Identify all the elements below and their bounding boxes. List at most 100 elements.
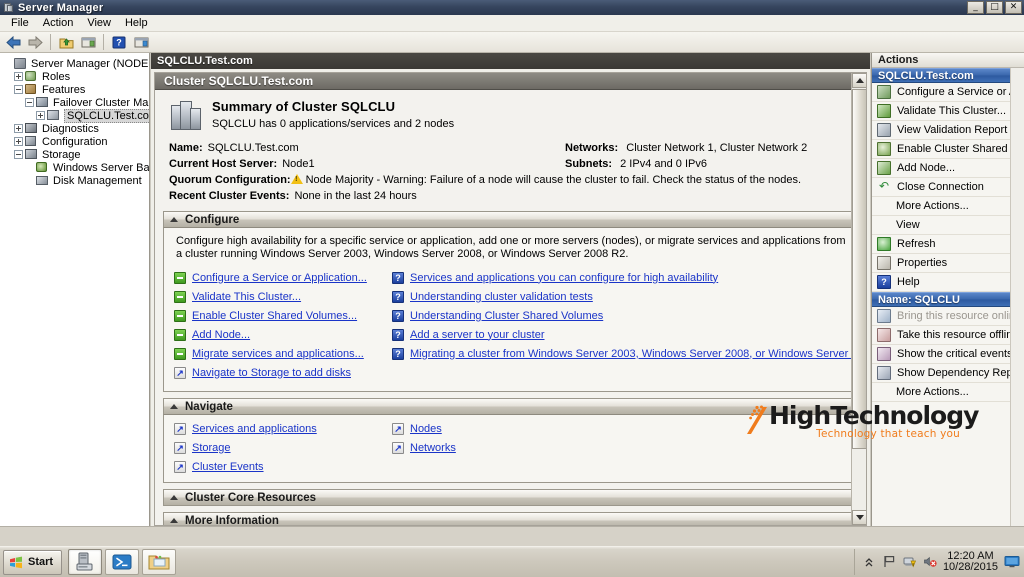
- collapse-triangle-icon[interactable]: [170, 495, 178, 500]
- action-item-configure-a-service-or-appli[interactable]: Configure a Service or Appli...: [872, 83, 1024, 102]
- action-item-show-the-critical-events-for[interactable]: Show the critical events for ...: [872, 345, 1024, 364]
- link-cluster-events[interactable]: Cluster Events: [192, 461, 264, 473]
- link-add-node[interactable]: Add Node...: [192, 329, 250, 341]
- link-understanding-cluster-validation-tests[interactable]: Understanding cluster validation tests: [410, 291, 593, 303]
- action-item-more-actions[interactable]: More Actions...▶: [872, 383, 1024, 402]
- actions-vertical-scrollbar[interactable]: [1010, 68, 1024, 526]
- link-networks[interactable]: Networks: [410, 442, 456, 454]
- action-item-close-connection[interactable]: ↶ Close Connection: [872, 178, 1024, 197]
- scroll-thumb[interactable]: [852, 89, 866, 449]
- up-folder-icon[interactable]: [56, 33, 76, 51]
- menu-view[interactable]: View: [80, 16, 118, 30]
- action-item-help[interactable]: ? Help: [872, 273, 1024, 292]
- configure-panel-title: Configure: [185, 213, 240, 226]
- minimize-button[interactable]: _: [967, 1, 984, 14]
- action-item-view[interactable]: View▶: [872, 216, 1024, 235]
- link-services-and-applications-you-can-configur[interactable]: Services and applications you can config…: [410, 272, 718, 284]
- tree-node-label: Diagnostics: [42, 122, 99, 135]
- configure-service-icon: [877, 85, 891, 99]
- action-item-view-validation-report[interactable]: View Validation Report: [872, 121, 1024, 140]
- forward-icon[interactable]: [25, 33, 45, 51]
- tree-node-configuration[interactable]: Configuration: [3, 135, 149, 148]
- link-configure-a-service-or-application[interactable]: Configure a Service or Application...: [192, 272, 367, 284]
- link-navigate-to-storage-to-add-disks[interactable]: Navigate to Storage to add disks: [192, 367, 351, 379]
- configure-panel-header[interactable]: Configure: [163, 211, 858, 228]
- link-add-a-server-to-your-cluster[interactable]: Add a server to your cluster: [410, 329, 545, 341]
- cluster-core-resources-header[interactable]: Cluster Core Resources: [163, 489, 858, 506]
- tree-node-disk-management[interactable]: Disk Management: [3, 174, 149, 187]
- taskbar-powershell-button[interactable]: [105, 549, 140, 575]
- show-hidden-icons-icon[interactable]: [863, 555, 877, 569]
- actions-group-header[interactable]: Name: SQLCLU▲: [872, 292, 1024, 307]
- scroll-down-button[interactable]: [852, 510, 866, 525]
- field-networks-label: Networks:: [565, 142, 619, 154]
- maximize-button[interactable]: □: [986, 1, 1003, 14]
- help-icon[interactable]: ?: [109, 33, 129, 51]
- taskbar-clock[interactable]: 12:20 AM 10/28/2015: [943, 551, 998, 573]
- tree-node-diagnostics[interactable]: Diagnostics: [3, 122, 149, 135]
- link-storage[interactable]: Storage: [192, 442, 231, 454]
- menu-help[interactable]: Help: [118, 16, 155, 30]
- action-item-add-node[interactable]: Add Node...: [872, 159, 1024, 178]
- action-item-enable-cluster-shared-volum[interactable]: Enable Cluster Shared Volum...: [872, 140, 1024, 159]
- taskbar-server-manager-button[interactable]: [68, 549, 103, 575]
- tree-node-storage[interactable]: Storage: [3, 148, 149, 161]
- tree-node-server-manager-node1[interactable]: Server Manager (NODE1): [3, 57, 149, 70]
- tree-expander-icon[interactable]: [14, 124, 23, 133]
- help-icon: ?: [392, 290, 404, 303]
- back-icon[interactable]: [3, 33, 23, 51]
- tree-node-roles[interactable]: Roles: [3, 70, 149, 83]
- collapse-triangle-icon[interactable]: [170, 217, 178, 222]
- tree-node-features[interactable]: Features: [3, 83, 149, 96]
- more-information-header[interactable]: More Information: [163, 512, 858, 525]
- tree-expander-icon[interactable]: [14, 137, 23, 146]
- collapse-triangle-icon[interactable]: [170, 518, 178, 523]
- content-vertical-scrollbar[interactable]: [851, 73, 866, 525]
- action-item-properties[interactable]: Properties: [872, 254, 1024, 273]
- action-item-refresh[interactable]: Refresh: [872, 235, 1024, 254]
- link-enable-cluster-shared-volumes[interactable]: Enable Cluster Shared Volumes...: [192, 310, 357, 322]
- show-desktop-icon[interactable]: [1004, 555, 1020, 569]
- tree-node-label: SQLCLU.Test.com: [64, 108, 149, 123]
- tree-expander-icon[interactable]: [14, 72, 23, 81]
- network-warning-icon[interactable]: !: [903, 555, 917, 569]
- menu-file[interactable]: File: [4, 16, 36, 30]
- volume-muted-icon[interactable]: [923, 555, 937, 569]
- actions-group-header[interactable]: SQLCLU.Test.com▲: [872, 68, 1024, 83]
- tree-collapse-icon[interactable]: [25, 98, 34, 107]
- link-understanding-cluster-shared-volumes[interactable]: Understanding Cluster Shared Volumes: [410, 310, 603, 322]
- server-manager-window: Server Manager _ □ ✕ File Action View He…: [0, 0, 1024, 577]
- refresh-icon: [877, 237, 891, 251]
- start-button[interactable]: Start: [3, 549, 63, 575]
- toolbar-separator: [50, 34, 51, 50]
- link-nodes[interactable]: Nodes: [410, 423, 442, 435]
- field-recent-events: Recent Cluster Events: None in the last …: [169, 190, 866, 202]
- more-information-panel: More Information: [163, 512, 858, 525]
- taskbar-explorer-button[interactable]: [142, 549, 177, 575]
- flag-action-center-icon[interactable]: [883, 555, 897, 569]
- link-migrating-a-cluster-from-windows-server-20[interactable]: Migrating a cluster from Windows Server …: [410, 348, 866, 360]
- scroll-up-button[interactable]: [852, 73, 866, 88]
- link-validate-this-cluster[interactable]: Validate This Cluster...: [192, 291, 301, 303]
- action-item-more-actions[interactable]: More Actions...▶: [872, 197, 1024, 216]
- action-item-show-dependency-report[interactable]: Show Dependency Report: [872, 364, 1024, 383]
- tree-expander-icon[interactable]: [36, 111, 45, 120]
- link-migrate-services-and-applications[interactable]: Migrate services and applications...: [192, 348, 364, 360]
- tree-node-sqlclu-test-com[interactable]: SQLCLU.Test.com: [3, 108, 149, 123]
- export-list-icon[interactable]: [131, 33, 151, 51]
- link-services-and-applications[interactable]: Services and applications: [192, 423, 317, 435]
- show-pane-icon[interactable]: [78, 33, 98, 51]
- tree-node-failover-cluster-manager[interactable]: Failover Cluster Manager: [3, 96, 149, 109]
- collapse-triangle-icon[interactable]: [170, 404, 178, 409]
- tree-collapse-icon[interactable]: [14, 150, 23, 159]
- tree-collapse-icon[interactable]: [14, 85, 23, 94]
- navigate-panel-header[interactable]: Navigate: [163, 398, 858, 415]
- menu-action[interactable]: Action: [36, 16, 81, 30]
- field-host-label: Current Host Server:: [169, 158, 278, 170]
- close-button[interactable]: ✕: [1005, 1, 1022, 14]
- action-item-take-this-resource-offline[interactable]: Take this resource offline: [872, 326, 1024, 345]
- action-item-validate-this-cluster[interactable]: Validate This Cluster...: [872, 102, 1024, 121]
- action-item-label: Refresh: [897, 238, 936, 250]
- tree-node-label: Roles: [42, 70, 71, 83]
- tree-node-windows-server-backup[interactable]: Windows Server Backup: [3, 161, 149, 174]
